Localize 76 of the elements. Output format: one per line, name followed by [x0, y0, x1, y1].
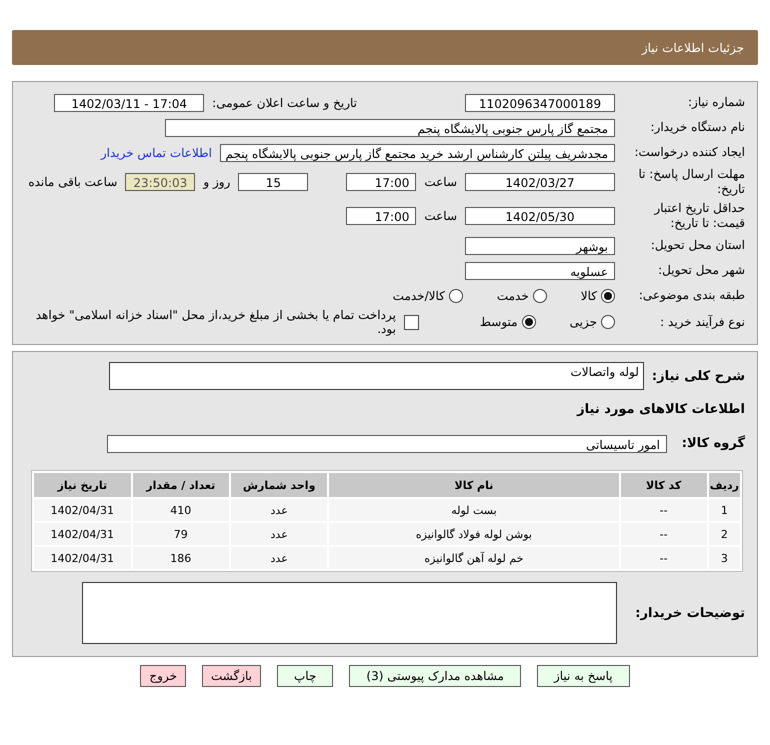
- field-label: نام دستگاه خریدار:: [650, 120, 745, 135]
- radio-button[interactable]: [601, 315, 615, 329]
- field-label: توضیحات خریدار:: [635, 606, 745, 620]
- column-header: واحد شمارش: [230, 473, 328, 497]
- text-area[interactable]: [82, 582, 618, 644]
- table-cell: 3: [708, 547, 740, 569]
- field-label: نوع فرآیند خرید :: [659, 314, 745, 330]
- table-cell: --: [620, 499, 707, 521]
- checkbox[interactable]: [404, 314, 419, 330]
- table-cell: --: [620, 547, 707, 569]
- field-label: طبقه بندی موضوعی:: [638, 288, 745, 303]
- contact-link[interactable]: اطلاعات تماس خریدار: [100, 146, 212, 160]
- text-field[interactable]: عسلویه: [465, 262, 615, 280]
- text-field[interactable]: 1102096347000189: [465, 94, 615, 112]
- table-cell: عدد: [230, 523, 328, 545]
- countdown-field: 23:50:03: [125, 173, 196, 191]
- page-title: جزئیات اطلاعات نیاز: [642, 40, 744, 54]
- radio-button[interactable]: [448, 288, 463, 302]
- column-header: ردیف: [708, 473, 740, 497]
- text-field[interactable]: 1402/03/11 - 17:04: [54, 94, 204, 112]
- field-label: ساعت باقی مانده: [28, 175, 118, 189]
- radio-label: متوسط: [480, 315, 518, 329]
- field-label: شماره نیاز:: [687, 95, 745, 110]
- table-cell: بست لوله: [329, 499, 619, 521]
- field-label: شهر محل تحویل:: [657, 263, 745, 278]
- text-field[interactable]: 15: [238, 173, 308, 191]
- radio-button[interactable]: [522, 315, 536, 329]
- column-header: تاریخ نیاز: [34, 473, 131, 497]
- text-field[interactable]: 1402/05/30: [465, 207, 615, 225]
- field-label: مهلت ارسال پاسخ: تا تاریخ:: [637, 167, 745, 197]
- text-area[interactable]: لوله واتصالات: [108, 362, 644, 390]
- column-header: نام کالا: [329, 473, 619, 497]
- table-cell: 1: [708, 499, 740, 521]
- action-button[interactable]: مشاهده مدارک پیوستی (3): [349, 665, 521, 687]
- text-field[interactable]: مجدشریف پیلتن کارشناس ارشد خرید مجتمع گاز پارس جنوبی پالایشگاه پنجم: [220, 144, 615, 162]
- text-field[interactable]: 17:00: [346, 173, 416, 191]
- checkbox-label: پرداخت تمام یا بخشی از مبلغ خرید،از محل "اسناد خزانه اسلامی" خواهد بود.: [34, 308, 396, 336]
- field-label: ساعت: [424, 209, 457, 223]
- table-cell: 410: [132, 499, 229, 521]
- table-cell: عدد: [230, 499, 328, 521]
- radio-button[interactable]: [601, 288, 615, 302]
- table-cell: خم لوله آهن گالوانیزه: [329, 547, 619, 569]
- field-label: استان محل تحویل:: [650, 238, 745, 253]
- action-button[interactable]: بازگشت: [202, 665, 261, 687]
- radio-label: خدمت: [496, 288, 529, 302]
- table-cell: 1402/04/31: [34, 547, 131, 569]
- field-label: ساعت: [424, 175, 457, 189]
- text-field[interactable]: مجتمع گاز پارس جنوبی پالایشگاه پنجم: [165, 118, 615, 136]
- field-label: ایجاد کننده درخواست:: [633, 145, 745, 160]
- text-field[interactable]: 17:00: [346, 207, 416, 225]
- table-cell: 2: [708, 523, 740, 545]
- radio-label: جزیی: [570, 315, 597, 329]
- table-cell: --: [620, 523, 707, 545]
- radio-button[interactable]: [532, 288, 547, 302]
- action-button[interactable]: پاسخ به نیاز: [536, 665, 630, 687]
- text-field[interactable]: امور تاسیساتی: [107, 434, 667, 452]
- field-label: تاریخ و ساعت اعلان عمومی:: [212, 96, 357, 110]
- column-header: کد کالا: [620, 473, 707, 497]
- field-label: شرح کلی نیاز:: [652, 368, 745, 384]
- text-field[interactable]: 1402/03/27: [465, 173, 615, 191]
- field-label: روز و: [203, 175, 230, 189]
- table-cell: بوشن لوله فولاد گالوانیزه: [329, 523, 619, 545]
- radio-label: کالا: [580, 288, 597, 302]
- table-cell: 79: [132, 523, 229, 545]
- table-cell: 1402/04/31: [34, 523, 131, 545]
- table-cell: 1402/04/31: [34, 499, 131, 521]
- radio-label: کالا/خدمت: [392, 288, 445, 302]
- field-label: گروه کالا:: [680, 436, 745, 451]
- table-cell: عدد: [230, 547, 328, 569]
- column-header: تعداد / مقدار: [132, 473, 229, 497]
- action-button[interactable]: خروج: [140, 665, 186, 687]
- action-button[interactable]: چاپ: [277, 665, 334, 687]
- field-label: حداقل تاریخ اعتبار قیمت: تا تاریخ:: [652, 201, 745, 231]
- text-field[interactable]: بوشهر: [465, 236, 615, 254]
- table-cell: 186: [132, 547, 229, 569]
- section-heading: اطلاعات کالاهای مورد نیاز: [576, 402, 745, 417]
